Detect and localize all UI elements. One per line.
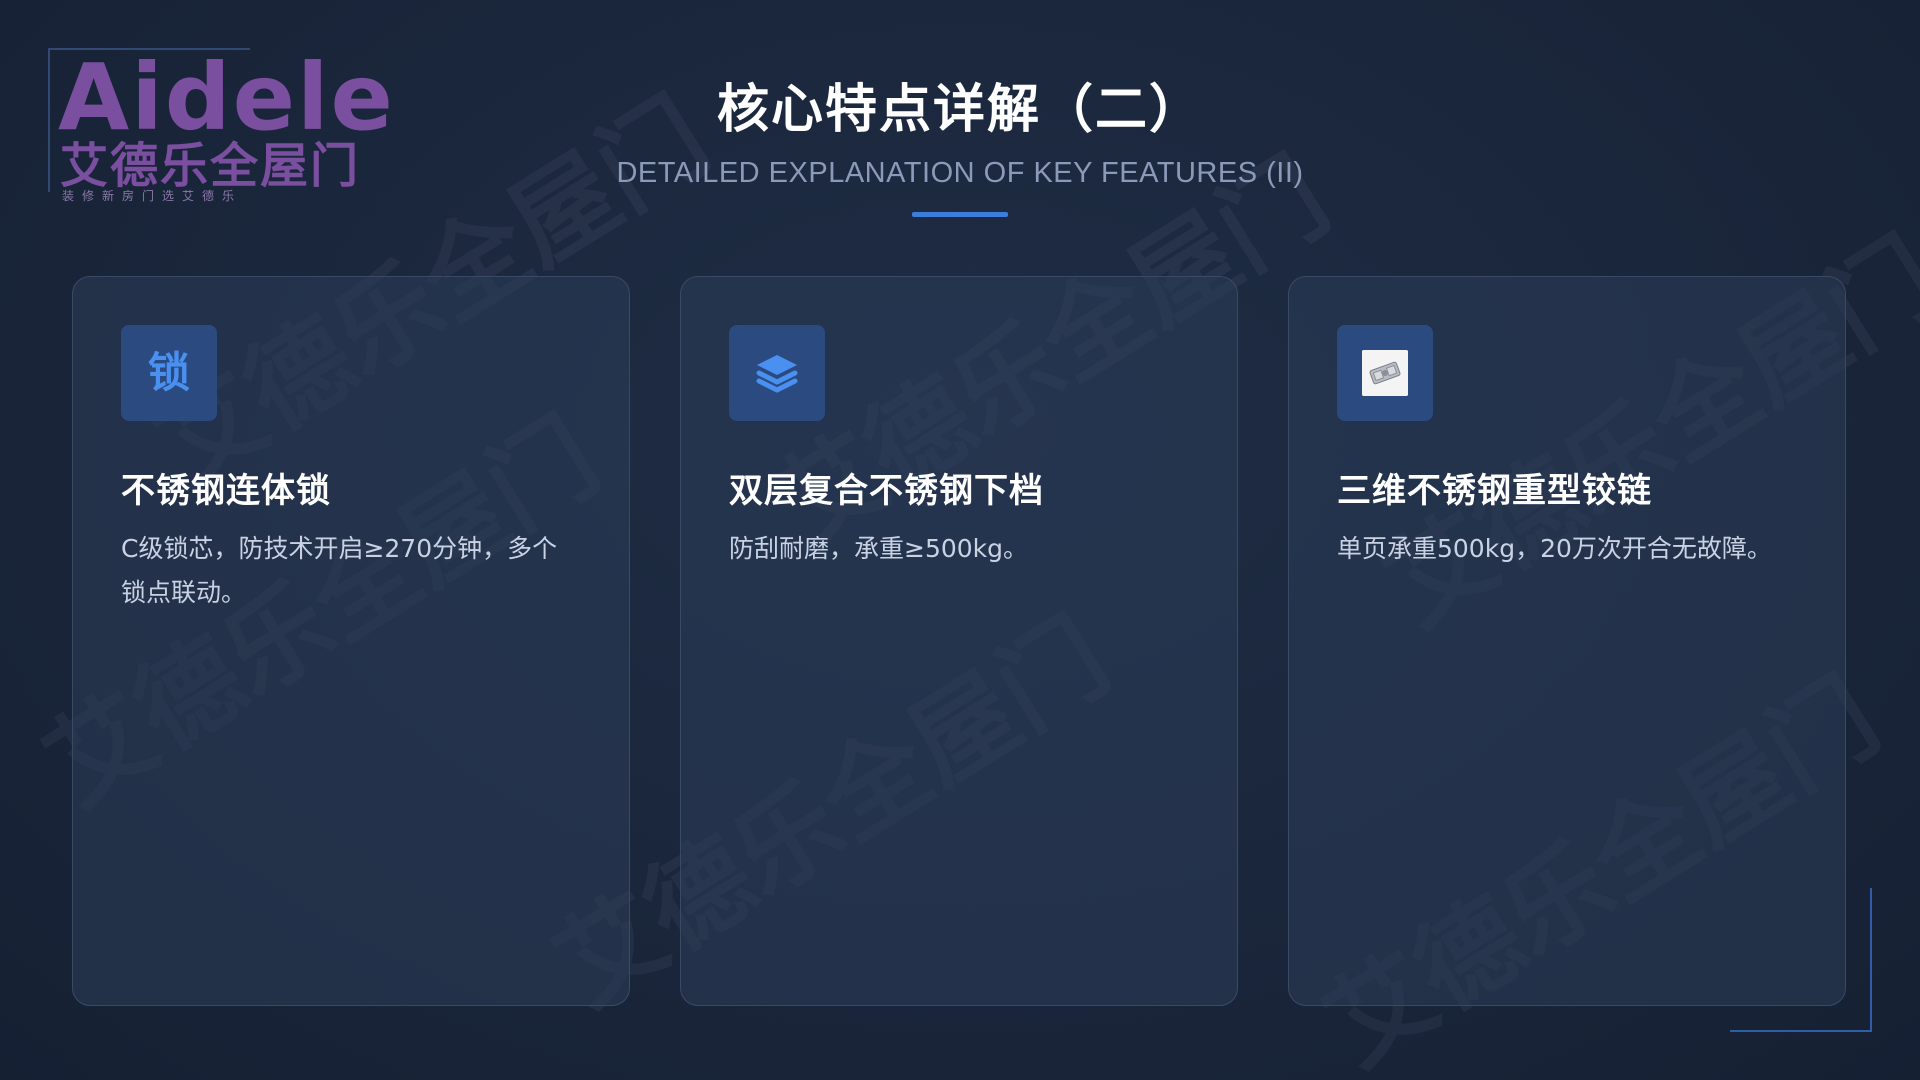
feature-title: 不锈钢连体锁: [121, 471, 331, 511]
hinge-image-icon: [1362, 350, 1408, 396]
page-subtitle: DETAILED EXPLANATION OF KEY FEATURES (II…: [616, 157, 1304, 189]
page-title: 核心特点详解（二）: [716, 80, 1203, 140]
page-header: 核心特点详解（二） DETAILED EXPLANATION OF KEY FE…: [0, 70, 1920, 217]
feature-card-bottom-rail: 双层复合不锈钢下档 防刮耐磨，承重≥500kg。: [680, 276, 1238, 1006]
layers-icon: [756, 355, 798, 393]
feature-card-lock: 锁 不锈钢连体锁 C级锁芯，防技术开启≥270分钟，多个锁点联动。: [72, 276, 630, 1006]
title-underline: [912, 212, 1008, 217]
lock-char-icon: 锁: [147, 348, 190, 397]
feature-title: 三维不锈钢重型铰链: [1337, 471, 1652, 511]
feature-icon-box: [729, 325, 825, 421]
feature-title: 双层复合不锈钢下档: [729, 471, 1044, 511]
feature-description: 单页承重500kg，20万次开合无故障。: [1337, 534, 1772, 563]
feature-description: C级锁芯，防技术开启≥270分钟，多个锁点联动。: [121, 534, 558, 607]
corner-decoration: [1730, 888, 1872, 1032]
feature-icon-box: [1337, 325, 1433, 421]
feature-description: 防刮耐磨，承重≥500kg。: [729, 534, 1029, 563]
feature-icon-box: 锁: [121, 325, 217, 421]
